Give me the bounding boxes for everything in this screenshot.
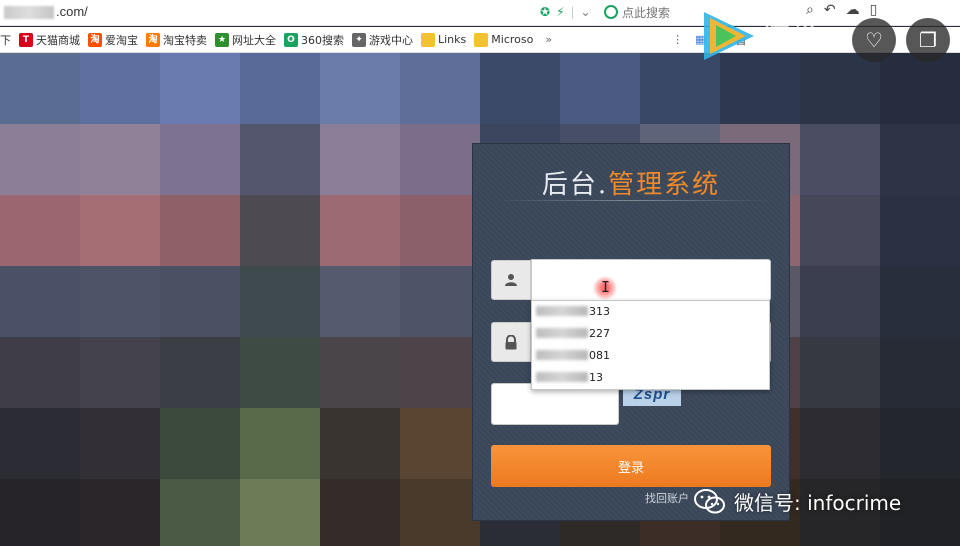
cloud-icon[interactable]: ☁ bbox=[846, 2, 860, 18]
360-search-icon: O bbox=[284, 32, 298, 47]
login-button[interactable]: 登录 bbox=[491, 445, 771, 487]
favorite-add-button[interactable]: ♡ bbox=[852, 18, 896, 62]
autocomplete-item[interactable]: 313 bbox=[532, 301, 769, 323]
bookmark-download[interactable]: 下 bbox=[0, 32, 11, 48]
bookmark-links-folder[interactable]: Links bbox=[421, 32, 466, 47]
divider-icon: | bbox=[570, 5, 575, 19]
redacted-digits bbox=[536, 372, 588, 382]
taobao-sale-icon: 淘 bbox=[146, 32, 160, 47]
site-guide-icon: ★ bbox=[215, 32, 229, 47]
picture-in-picture-button[interactable]: ❐ bbox=[906, 18, 950, 62]
autocomplete-item[interactable]: 13 bbox=[532, 367, 769, 389]
tmall-icon: T bbox=[19, 32, 33, 47]
bookmark-microsoft-folder[interactable]: Microso bbox=[474, 32, 533, 47]
browser-toolbar: ⌕ ↶ ☁ ▯ bbox=[806, 2, 877, 18]
folder-icon bbox=[474, 32, 489, 47]
heart-plus-icon: ♡ bbox=[865, 28, 883, 52]
title-divider bbox=[495, 200, 769, 201]
username-field[interactable] bbox=[531, 259, 771, 301]
lock-icon bbox=[491, 322, 531, 362]
url-redacted bbox=[4, 6, 54, 19]
text-cursor-icon: I bbox=[593, 276, 617, 300]
gamepad-icon: ✦ bbox=[352, 32, 366, 47]
chevron-down-icon[interactable]: ⌄ bbox=[581, 4, 591, 20]
title-main: 管理系统 bbox=[608, 170, 721, 200]
tencent-video-logo-icon bbox=[704, 12, 754, 60]
autocomplete-item[interactable]: 227 bbox=[532, 323, 769, 345]
bookmark-tmall[interactable]: T 天猫商城 bbox=[19, 32, 80, 48]
user-icon bbox=[491, 260, 531, 300]
bookmark-site-guide[interactable]: ★ 网址大全 bbox=[215, 32, 276, 48]
undo-icon[interactable]: ↶ bbox=[824, 2, 836, 18]
taobao-icon: 淘 bbox=[88, 32, 102, 47]
url-domain[interactable]: .com/ bbox=[56, 4, 88, 19]
search-engine-icon bbox=[604, 5, 618, 19]
username-autocomplete: 313 227 081 13 bbox=[531, 300, 770, 390]
redacted-digits bbox=[536, 306, 588, 316]
security-shield-icon[interactable]: ✪ bbox=[540, 4, 550, 20]
watermark-text: 微信号: infocrime bbox=[734, 491, 902, 515]
window-icon: ❐ bbox=[919, 28, 937, 52]
phone-icon[interactable]: ▯ bbox=[870, 2, 878, 18]
wechat-watermark: 微信号: infocrime bbox=[694, 487, 901, 516]
autocomplete-item[interactable]: 081 bbox=[532, 345, 769, 367]
folder-icon bbox=[421, 32, 435, 47]
captcha-input[interactable] bbox=[492, 384, 618, 424]
redacted-digits bbox=[536, 328, 588, 338]
forgot-account-link[interactable]: 找回账户 bbox=[645, 490, 689, 506]
menu-dots-icon[interactable]: ⋮ bbox=[672, 33, 683, 46]
wechat-icon bbox=[694, 488, 725, 513]
page-title: 后台.管理系统 bbox=[473, 164, 789, 201]
address-bar-icons: ✪ ⚡ | ⌄ bbox=[540, 4, 591, 20]
redacted-digits bbox=[536, 350, 588, 360]
bookmark-game-center[interactable]: ✦ 游戏中心 bbox=[352, 32, 413, 48]
more-bookmarks-icon[interactable]: » bbox=[545, 33, 552, 46]
bookmark-ai-taobao[interactable]: 淘爱淘宝 bbox=[88, 32, 138, 48]
username-input[interactable] bbox=[532, 260, 770, 300]
bookmark-360-search[interactable]: O 360搜索 bbox=[284, 32, 344, 48]
video-brand-text: 腾讯 bbox=[760, 20, 815, 50]
title-prefix: 后台. bbox=[541, 170, 609, 200]
address-bar[interactable]: .com/ ✪ ⚡ | ⌄ ⌕ ↶ ☁ ▯ bbox=[0, 0, 960, 26]
bookmark-taobao-sale[interactable]: 淘淘宝特卖 bbox=[146, 32, 207, 48]
bookmarks-bar: 下 T 天猫商城 淘爱淘宝 淘淘宝特卖 ★ 网址大全 O 360搜索 ✦ 游戏中心 Li… bbox=[0, 27, 960, 53]
lightning-icon[interactable]: ⚡ bbox=[556, 4, 564, 20]
